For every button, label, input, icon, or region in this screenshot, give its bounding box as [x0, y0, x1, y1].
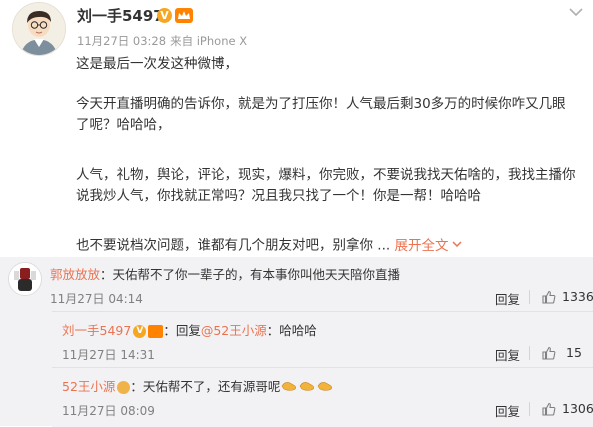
reply-like-count: 15: [566, 345, 582, 360]
reply-body: ：天佑帮不了，还有源哥呢: [130, 379, 281, 394]
reply-time: 11月27日 08:09: [62, 404, 155, 418]
post-meta: 11月27日 03:28 来自 iPhone X: [77, 33, 251, 49]
comment-body: ：天佑帮不了你一辈子的，有本事你叫他天天陪你直播: [100, 267, 401, 282]
author-avatar[interactable]: [12, 2, 66, 56]
post-paragraph-3: 人气，礼物，舆论，评论，现实，爆料，你完败，不要说我找天佑啥的，我找主播你说我炒…: [76, 167, 576, 204]
comment-like-count: 1336: [562, 289, 593, 304]
comment-time: 11月27日 04:14: [50, 292, 143, 306]
post-paragraph-4: 也不要说档次问题，谁都有几个朋友对吧，别拿你 ... 展开全文: [76, 235, 576, 257]
verified-v-icon: V: [133, 325, 147, 338]
post-paragraph-1: 这是最后一次发这种微博，: [76, 56, 238, 72]
reply-like-count: 1306: [562, 401, 593, 416]
comment-author[interactable]: 郭放放放: [50, 267, 100, 282]
reply-mention[interactable]: @52王小源: [201, 323, 267, 338]
reply-author[interactable]: 52王小源: [62, 379, 115, 394]
user-badge-icon: [117, 381, 131, 394]
reply-text: 刘一手5497 V ：回复@52王小源：哈哈哈: [62, 320, 317, 339]
vip-crown-icon: [148, 325, 164, 338]
expand-full-text-link[interactable]: 展开全文: [394, 238, 463, 254]
comment-reply-button[interactable]: 回复: [495, 289, 520, 308]
post-source: 来自 iPhone X: [170, 34, 248, 48]
handshake-emoji-icon: [281, 379, 335, 396]
thumbs-up-icon[interactable]: [542, 289, 556, 304]
post-paragraph-4-text: 也不要说档次问题，谁都有几个朋友对吧，别拿你 ...: [76, 237, 391, 254]
reply-author[interactable]: 刘一手5497: [62, 323, 131, 338]
action-divider: [529, 346, 530, 360]
reply-body: ：哈哈哈: [266, 323, 317, 338]
vip-crown-icon: [175, 8, 193, 23]
thumbs-up-icon[interactable]: [542, 401, 556, 416]
reply-text: 52王小源 ：天佑帮不了，还有源哥呢: [62, 376, 335, 396]
post-date[interactable]: 11月27日 03:28: [77, 34, 166, 48]
verified-v-icon: V: [157, 8, 172, 23]
reply-reply-button[interactable]: 回复: [495, 345, 520, 364]
post-author-name[interactable]: 刘一手5497: [77, 5, 164, 26]
reply-time: 11月27日 14:31: [62, 348, 155, 362]
post-paragraph-2: 今天开直播明确的告诉你，就是为了打压你！人气最后剩30多万的时候你咋又几眼了呢？…: [76, 96, 566, 133]
post-menu-icon[interactable]: [567, 4, 585, 18]
reply-prefix: ：回复: [163, 323, 201, 338]
comment-text: 郭放放放：天佑帮不了你一辈子的，有本事你叫他天天陪你直播: [50, 264, 400, 283]
action-divider: [529, 290, 530, 304]
action-divider: [529, 402, 530, 416]
reply-reply-button[interactable]: 回复: [495, 401, 520, 420]
thumbs-up-icon[interactable]: [542, 345, 556, 360]
commenter-avatar[interactable]: [8, 262, 42, 296]
chevron-down-icon: [451, 235, 463, 256]
expand-label: 展开全文: [394, 237, 449, 254]
